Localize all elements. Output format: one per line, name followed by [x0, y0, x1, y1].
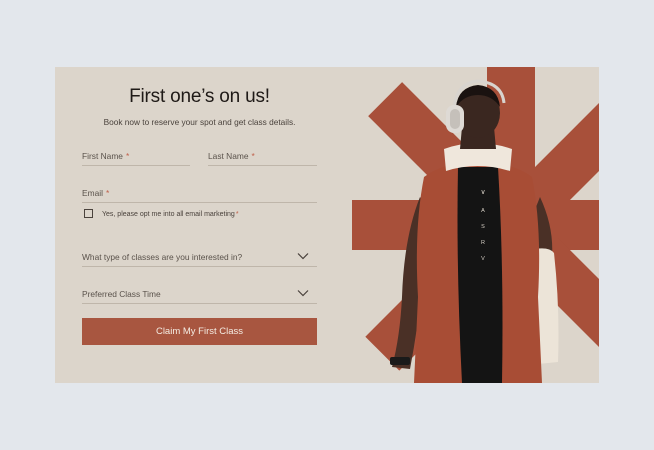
jersey-letter: R — [481, 240, 485, 246]
required-marker: * — [251, 151, 255, 161]
jersey-logo: ∨ — [480, 189, 485, 196]
claim-first-class-button[interactable]: Claim My First Class — [82, 318, 317, 345]
form-title: First one’s on us! — [129, 86, 270, 107]
jersey-letter: S — [481, 224, 485, 230]
class-type-select[interactable]: What type of classes are you interested … — [82, 250, 317, 267]
last-name-field[interactable]: Last Name * — [208, 149, 317, 166]
form-subtitle: Book now to reserve your spot and get cl… — [103, 117, 296, 127]
class-type-label: What type of classes are you interested … — [82, 252, 243, 262]
last-name-label: Last Name * — [208, 151, 255, 161]
chevron-down-icon — [297, 290, 309, 297]
signup-form: First one’s on us! Book now to reserve y… — [82, 67, 317, 383]
hero-image: ∨ A S R V — [352, 67, 599, 383]
email-opt-in[interactable]: Yes, please opt me into all email market… — [84, 209, 324, 221]
required-marker: * — [235, 211, 239, 218]
signup-card: First one’s on us! Book now to reserve y… — [55, 67, 599, 383]
class-time-label: Preferred Class Time — [82, 289, 161, 299]
required-marker: * — [125, 151, 130, 161]
first-name-label: First Name * — [82, 151, 130, 161]
jersey-letter: A — [481, 208, 485, 214]
email-field[interactable]: Email * — [82, 186, 317, 203]
first-name-field[interactable]: First Name * — [82, 149, 190, 166]
chevron-down-icon — [297, 253, 309, 260]
jersey-letter: V — [481, 256, 485, 262]
email-label: Email * — [82, 188, 110, 198]
opt-in-label: Yes, please opt me into all email market… — [102, 211, 239, 218]
required-marker: * — [105, 188, 110, 198]
opt-in-checkbox[interactable] — [84, 209, 93, 218]
class-time-select[interactable]: Preferred Class Time — [82, 287, 317, 304]
